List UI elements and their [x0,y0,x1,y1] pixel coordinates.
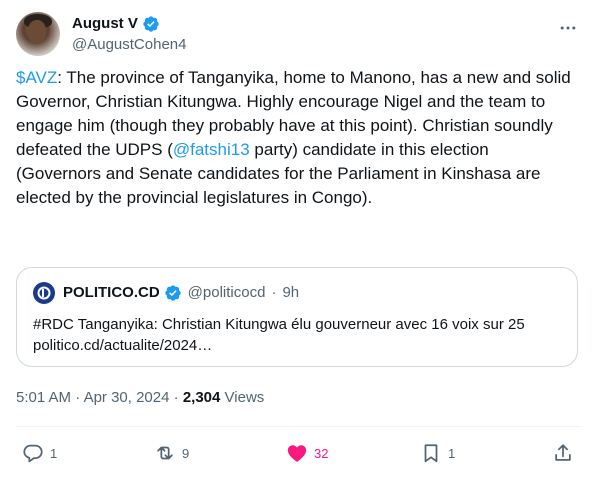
author-handle[interactable]: @AugustCohen4 [72,35,186,55]
quoted-tweet-header: POLITICO.CD @politicocd · 9h [33,282,299,304]
politico-logo-icon [37,286,51,300]
reply-icon [23,444,43,463]
reply-count: 1 [50,445,58,461]
tweet-meta: 5:01 AM · Apr 30, 2024 · 2,304 Views [16,388,264,408]
action-bar: 1 9 32 1 [16,438,582,470]
repost-icon [157,446,173,460]
repost-count: 9 [182,445,190,461]
cashtag-link[interactable]: $AVZ [16,68,57,87]
author-name-block: August V @AugustCohen4 [72,14,186,55]
views-count: 2,304 [182,389,221,406]
bookmark-button[interactable]: 1 [420,442,455,464]
verified-badge-icon [143,16,159,32]
quoted-author-handle[interactable]: @politicocd [188,283,266,303]
tweet-text: $AVZ: The province of Tanganyika, home t… [16,66,576,210]
bookmark-count: 1 [448,445,456,461]
like-button[interactable]: 32 [286,442,328,464]
like-count: 32 [314,445,329,461]
author-display-name[interactable]: August V [72,14,138,34]
quoted-time[interactable]: 9h [282,283,299,303]
meta-separator: · [173,389,179,406]
views-label: Views [224,389,265,406]
author-avatar[interactable] [16,12,60,56]
share-icon [555,444,571,461]
repost-button[interactable]: 9 [154,442,189,464]
verified-badge-icon [164,285,181,301]
tweet-header: August V @AugustCohen4 [16,12,582,56]
mention-link[interactable]: @fatshi13 [173,140,250,159]
quoted-author-avatar[interactable] [33,282,55,304]
heart-icon [287,445,307,462]
reply-button[interactable]: 1 [22,442,57,464]
bookmark-icon [424,444,438,463]
divider [16,426,582,427]
share-button[interactable] [552,442,574,464]
quoted-tweet[interactable]: POLITICO.CD @politicocd · 9h #RDC Tangan… [16,267,578,367]
quoted-author-name[interactable]: POLITICO.CD [63,283,160,303]
tweet-time[interactable]: 5:01 AM [16,389,71,406]
quoted-tweet-text: #RDC Tanganyika: Christian Kitungwa élu … [33,316,525,354]
quoted-separator: · [271,284,277,301]
tweet-date[interactable]: Apr 30, 2024 [84,389,170,406]
meta-separator: · [75,389,81,406]
more-icon[interactable] [558,18,578,38]
